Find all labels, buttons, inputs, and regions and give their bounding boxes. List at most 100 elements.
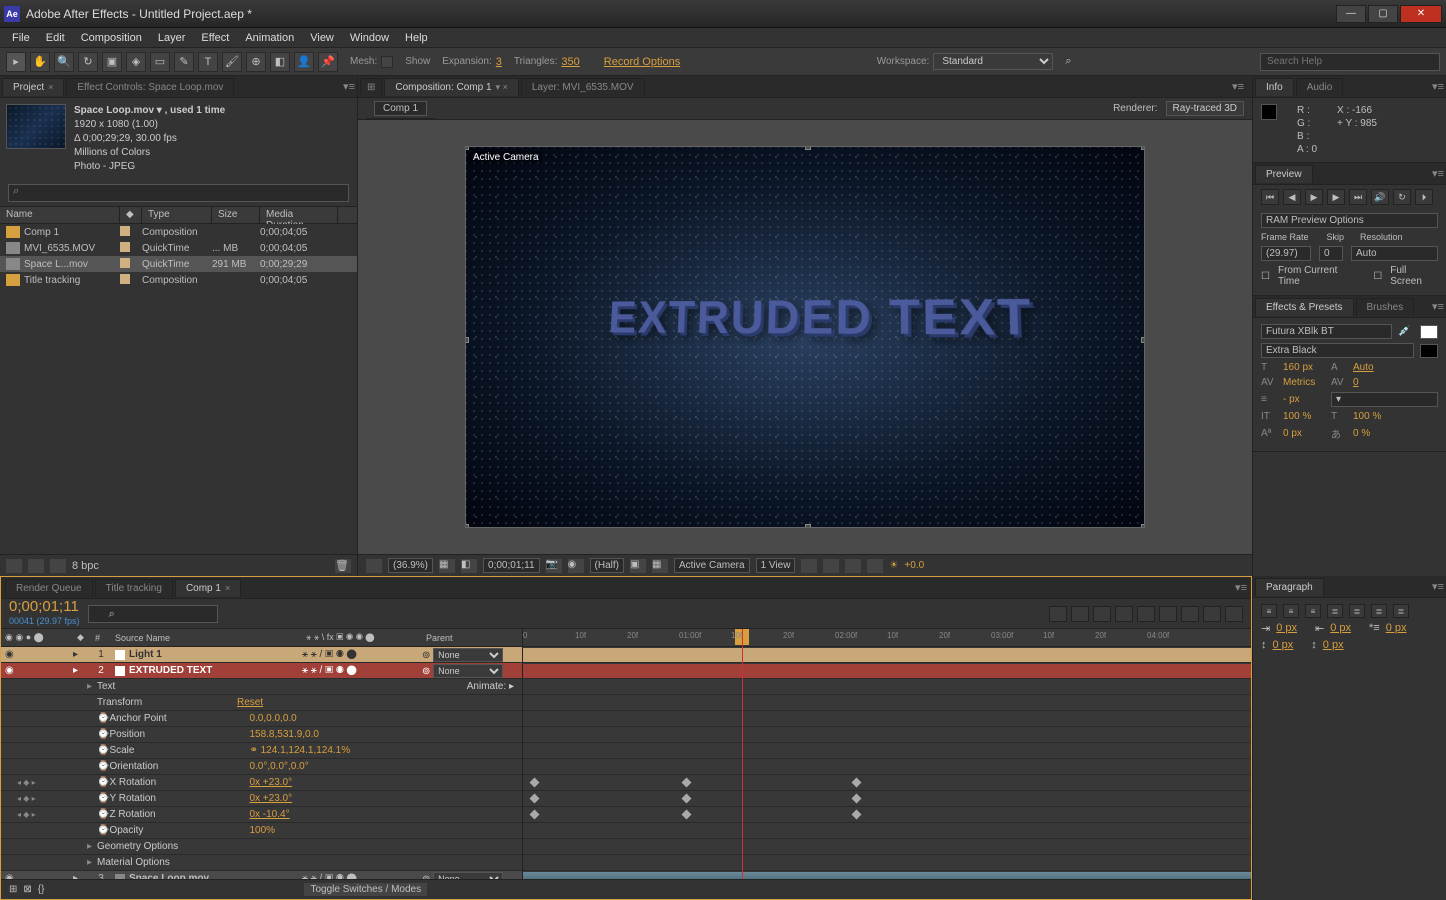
pen-tool[interactable]: ✎ [174, 52, 194, 72]
layer-property[interactable]: ◂ ◆ ▸⌚ Y Rotation0x +23.0° [1, 791, 522, 807]
space-after[interactable]: 0 px [1323, 639, 1344, 651]
menu-layer[interactable]: Layer [150, 30, 194, 46]
bpc-toggle[interactable]: 8 bpc [72, 560, 99, 572]
mesh-checkbox[interactable] [381, 56, 393, 68]
tl-foot-icon2[interactable]: ⊠ [23, 884, 31, 895]
hscale-value[interactable]: 100 % [1353, 411, 1395, 422]
font-style-select[interactable]: Extra Black [1261, 343, 1414, 358]
triangles-value[interactable]: 350 [561, 56, 579, 68]
tl-tool-2[interactable] [1071, 606, 1089, 622]
ram-preview-button[interactable]: ⏵ [1415, 189, 1433, 205]
align-right-button[interactable]: ≡ [1305, 604, 1321, 618]
menu-help[interactable]: Help [397, 30, 436, 46]
workspace-select[interactable]: Standard [933, 53, 1053, 70]
tab-title-tracking[interactable]: Title tracking [95, 579, 173, 597]
eyedropper-icon[interactable]: 💉 [1398, 326, 1414, 337]
timecode[interactable]: 0;00;01;11 00041 (29.97 fps) [9, 600, 80, 628]
tab-project[interactable]: Project× [2, 78, 64, 96]
layer-property[interactable]: TransformReset [1, 695, 522, 711]
layer-property[interactable]: ▸Material Options [1, 855, 522, 871]
layer-property[interactable]: ▸TextAnimate: ▸ [1, 679, 522, 695]
tracking-value[interactable]: 0 [1353, 377, 1395, 388]
timeline-icon[interactable] [845, 559, 861, 573]
preview-res-select[interactable]: Auto [1351, 246, 1438, 261]
pan-behind-tool[interactable]: ◈ [126, 52, 146, 72]
layer-property[interactable]: ▸Geometry Options [1, 839, 522, 855]
zoom-tool[interactable]: 🔍 [54, 52, 74, 72]
info-menu[interactable]: ▾≡ [1432, 80, 1444, 93]
indent-first[interactable]: 0 px [1386, 622, 1407, 635]
renderer-select[interactable]: Ray-traced 3D [1166, 101, 1244, 116]
first-frame-button[interactable]: ⏮ [1261, 189, 1279, 205]
comp-flowchart-icon[interactable]: ⊞ [360, 78, 382, 96]
maximize-button[interactable]: ▢ [1368, 5, 1398, 23]
stroke-style-select[interactable]: ▾ [1331, 392, 1438, 407]
leading-value[interactable]: Auto [1353, 362, 1395, 373]
project-item[interactable]: Space L...movQuickTime291 MB0;00;29;29 [0, 256, 357, 272]
layer-property[interactable]: ◂ ◆ ▸⌚ X Rotation0x +23.0° [1, 775, 522, 791]
timeline-layer[interactable]: ◉▸1Light 1⚹ ⚹ / ▣ ◉ ⬤⊚ None [1, 647, 522, 663]
kerning-value[interactable]: Metrics [1283, 377, 1325, 388]
comp-panel-menu[interactable]: ▾≡ [1232, 80, 1250, 93]
folder-icon[interactable] [28, 559, 44, 573]
tab-preview[interactable]: Preview [1255, 165, 1313, 183]
align-left-button[interactable]: ≡ [1261, 604, 1277, 618]
skip-select[interactable]: 0 [1319, 246, 1343, 261]
framerate-select[interactable]: (29.97) [1261, 246, 1311, 261]
project-search[interactable] [8, 184, 349, 202]
indent-right[interactable]: 0 px [1330, 622, 1351, 635]
timeline-ruler[interactable]: 010f20f01:00f10f20f02:00f10f20f03:00f10f… [523, 629, 1251, 647]
baseline-value[interactable]: 0 px [1283, 428, 1325, 439]
last-frame-button[interactable]: ⏭ [1349, 189, 1367, 205]
roi-icon[interactable]: ▣ [630, 559, 646, 573]
project-item[interactable]: MVI_6535.MOVQuickTime... MB0;00;04;05 [0, 240, 357, 256]
tl-tool-9[interactable] [1225, 606, 1243, 622]
menu-animation[interactable]: Animation [237, 30, 302, 46]
timeline-layer[interactable]: ◉▸2EXTRUDED TEXT⚹ ⚹ / ▣ ◉ ⬤⊚ None [1, 663, 522, 679]
fast-preview-icon[interactable] [823, 559, 839, 573]
fill-swatch[interactable] [1420, 325, 1438, 339]
zoom-select[interactable]: (36.9%) [388, 558, 433, 573]
from-current-checkbox[interactable]: ☐ [1261, 271, 1270, 282]
timeline-search[interactable]: ⌕ [88, 605, 218, 623]
justify-left-button[interactable]: ≣ [1327, 604, 1343, 618]
search-help-input[interactable] [1260, 53, 1440, 71]
grid-icon[interactable]: ▦ [439, 559, 455, 573]
tab-brushes[interactable]: Brushes [1356, 298, 1415, 316]
menu-view[interactable]: View [302, 30, 342, 46]
menu-composition[interactable]: Composition [73, 30, 150, 46]
menu-window[interactable]: Window [342, 30, 397, 46]
panel-menu-icon[interactable]: ▾≡ [343, 80, 355, 93]
align-center-button[interactable]: ≡ [1283, 604, 1299, 618]
pixel-aspect-icon[interactable] [801, 559, 817, 573]
selection-tool[interactable]: ▸ [6, 52, 26, 72]
timeline-layer[interactable]: ◉▸3Space Loop.mov⚹ ⚹ / ▣ ◉ ⬤⊚ None [1, 871, 522, 879]
font-select[interactable]: Futura XBlk BT [1261, 324, 1392, 339]
menu-edit[interactable]: Edit [38, 30, 73, 46]
tab-audio[interactable]: Audio [1296, 78, 1344, 96]
effects-menu[interactable]: ▾≡ [1432, 300, 1444, 313]
loop-button[interactable]: ↻ [1393, 189, 1411, 205]
tl-foot-icon3[interactable]: {} [38, 884, 45, 895]
next-frame-button[interactable]: ▶ [1327, 189, 1345, 205]
tl-tool-5[interactable] [1137, 606, 1155, 622]
flowchart-icon[interactable] [867, 559, 883, 573]
tl-tool-7[interactable] [1181, 606, 1199, 622]
eraser-tool[interactable]: ◧ [270, 52, 290, 72]
tab-paragraph[interactable]: Paragraph [1255, 578, 1324, 596]
justify-all-button[interactable]: ≣ [1393, 604, 1409, 618]
minimize-button[interactable]: — [1336, 5, 1366, 23]
tl-tool-3[interactable] [1093, 606, 1111, 622]
layer-property[interactable]: ⌚ Anchor Point0.0,0.0,0.0 [1, 711, 522, 727]
tl-tool-4[interactable] [1115, 606, 1133, 622]
tab-effects-presets[interactable]: Effects & Presets [1255, 298, 1354, 316]
stroke-width-value[interactable]: - px [1283, 394, 1325, 405]
layer-property[interactable]: ⌚ Opacity100% [1, 823, 522, 839]
exposure-value[interactable]: +0.0 [904, 560, 924, 571]
justify-right-button[interactable]: ≣ [1371, 604, 1387, 618]
space-before[interactable]: 0 px [1273, 639, 1294, 651]
time-display[interactable]: 0;00;01;11 [483, 558, 540, 573]
tab-composition[interactable]: Composition: Comp 1▾ × [384, 78, 518, 96]
interpret-icon[interactable] [6, 559, 22, 573]
comp-icon[interactable] [50, 559, 66, 573]
